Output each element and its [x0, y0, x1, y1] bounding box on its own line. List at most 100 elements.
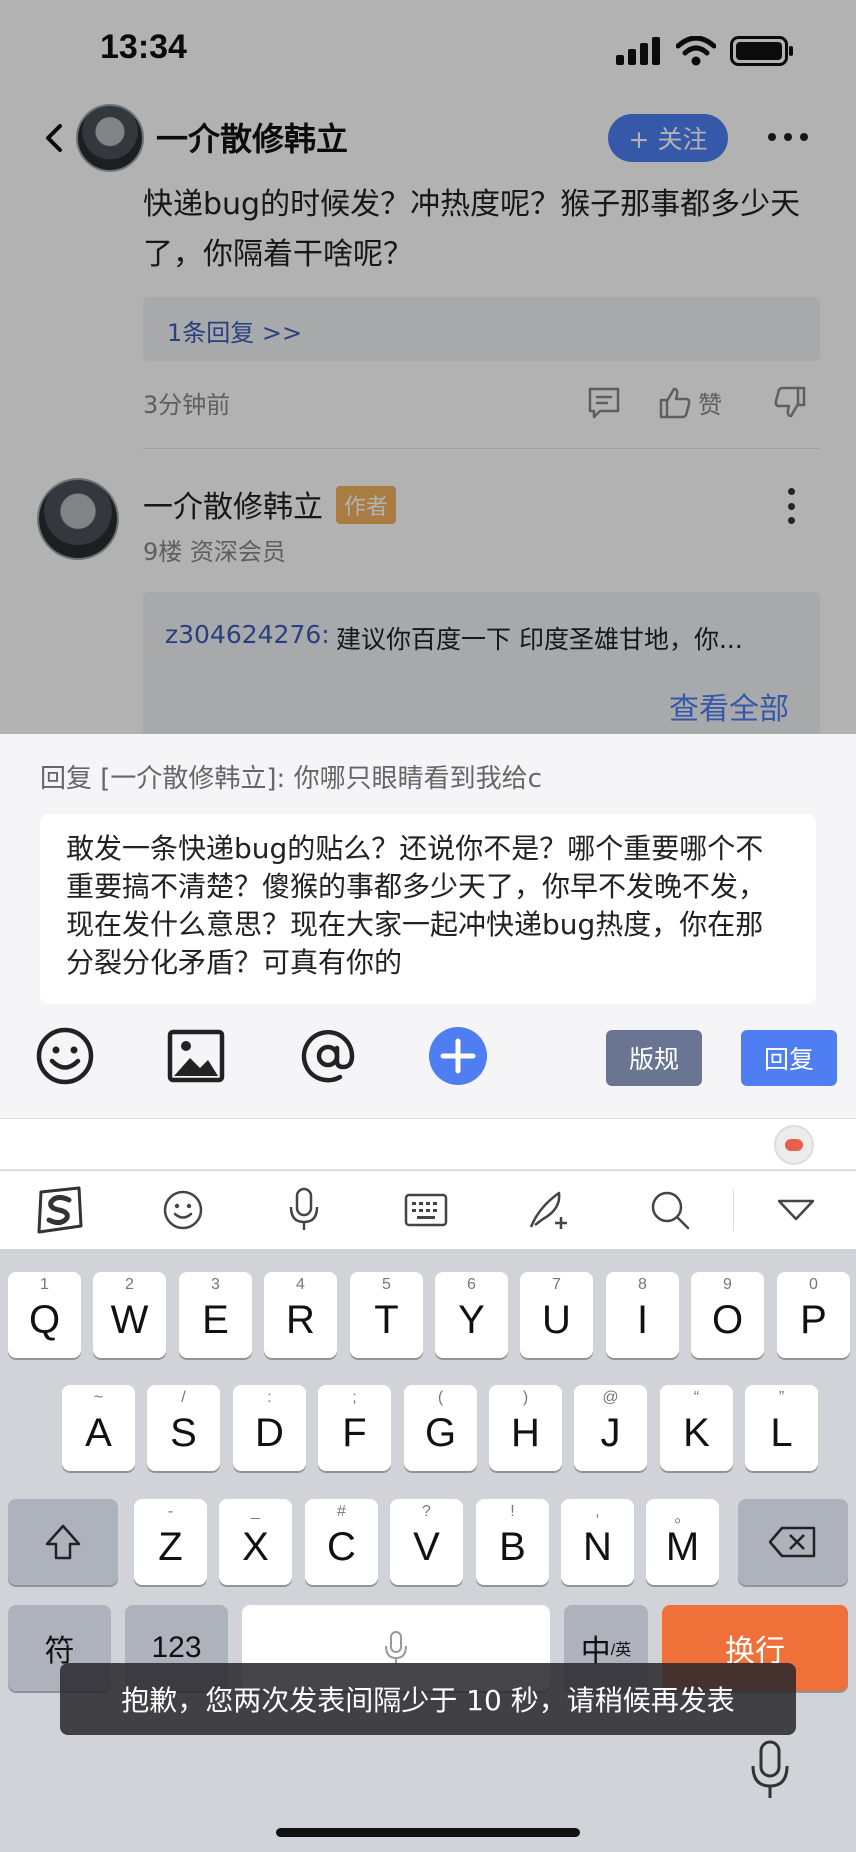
key-hint: _ [251, 1503, 260, 1520]
reply-summary-box[interactable]: 1条回复 >> [143, 297, 820, 361]
handwriting-icon[interactable] [522, 1185, 574, 1235]
like-button[interactable]: 赞 [658, 385, 722, 420]
key-s[interactable]: / S [147, 1385, 220, 1471]
ime-candidate-strip [0, 1118, 856, 1170]
comment-time: 3分钟前 [143, 391, 231, 419]
sub-reply-text: 建议你百度一下 印度圣雄甘地，你... [336, 625, 743, 654]
ime-toolbar-separator [733, 1189, 734, 1231]
status-bar: 13:34 [0, 0, 856, 100]
key-e[interactable]: 3E [179, 1272, 252, 1358]
key-label: O [711, 1297, 744, 1342]
key-y[interactable]: 6Y [435, 1272, 508, 1358]
key-label: K [683, 1410, 710, 1455]
status-icons [616, 36, 794, 66]
key-d[interactable]: :D [233, 1385, 306, 1471]
thumbs-down-icon[interactable] [773, 385, 807, 419]
number-key-label: 123 [151, 1631, 202, 1664]
key-label: Q [28, 1297, 61, 1342]
key-a[interactable]: ~ A [62, 1385, 135, 1471]
key-label: Z [158, 1524, 183, 1569]
key-hint: 0 [809, 1276, 818, 1293]
key-f[interactable]: ; F [318, 1385, 391, 1471]
key-r[interactable]: 4R [264, 1272, 337, 1358]
key-label: P [800, 1297, 827, 1342]
key-x[interactable]: _ X [219, 1499, 292, 1585]
home-indicator [276, 1828, 580, 1837]
key-label: Y [458, 1297, 485, 1342]
comment-icon[interactable] [586, 385, 622, 421]
author-avatar[interactable] [76, 104, 144, 172]
hide-keyboard-icon[interactable] [770, 1185, 822, 1235]
ime-toolbar [0, 1171, 856, 1249]
key-label: E [202, 1297, 229, 1342]
key-hint: “ [693, 1389, 700, 1406]
follow-button[interactable]: + 关注 [608, 114, 728, 162]
back-arrow-icon[interactable] [40, 118, 70, 158]
key-label: M [665, 1524, 700, 1569]
dictation-mic-icon[interactable] [748, 1740, 792, 1802]
battery-icon [730, 36, 793, 66]
key-v[interactable]: ? V [390, 1499, 463, 1585]
key-hint: ~ [93, 1389, 104, 1406]
comment-more-icon[interactable] [786, 488, 796, 524]
key-label: T [374, 1297, 399, 1342]
voice-input-icon[interactable] [278, 1185, 330, 1235]
key-m[interactable]: 。 M [646, 1499, 719, 1585]
more-options-icon[interactable] [768, 122, 808, 152]
key-j[interactable]: @ J [574, 1385, 647, 1471]
key-hint: ! [510, 1503, 515, 1520]
key-n[interactable]: ,N [561, 1499, 634, 1585]
reply-text-input[interactable]: 敢发一条快递bug的贴么？还说你不是？哪个重要哪个不重要搞不清楚？傻猴的事都多少… [40, 814, 816, 1004]
emoji-icon[interactable] [33, 1024, 97, 1088]
view-replies-link[interactable]: 1条回复 >> [167, 313, 302, 348]
key-hint: 3 [211, 1276, 220, 1293]
key-o[interactable]: 9O [691, 1272, 764, 1358]
key-label: L [770, 1410, 793, 1455]
comment-author-avatar[interactable] [37, 478, 119, 560]
key-label: R [286, 1297, 315, 1342]
image-icon[interactable] [164, 1024, 228, 1088]
key-u[interactable]: 7U [520, 1272, 593, 1358]
key-b[interactable]: ! B [476, 1499, 549, 1585]
shift-arrow-icon [45, 1524, 81, 1560]
key-z[interactable]: -Z [134, 1499, 207, 1585]
key-g[interactable]: (G [404, 1385, 477, 1471]
mention-icon[interactable] [296, 1024, 360, 1088]
key-hint: 9 [723, 1276, 732, 1293]
key-hint: 6 [467, 1276, 476, 1293]
keyboard-switch-icon[interactable] [400, 1185, 452, 1235]
rate-limit-toast: 抱歉，您两次发表间隔少于 10 秒，请稍候再发表 [60, 1663, 796, 1735]
key-q[interactable]: 1Q [8, 1272, 81, 1358]
sub-reply-box[interactable]: z304624276: 建议你百度一下 印度圣雄甘地，你... 查看全部 [143, 592, 820, 734]
backspace-key[interactable] [738, 1499, 848, 1585]
key-l[interactable]: ” L [745, 1385, 818, 1471]
add-more-icon[interactable] [426, 1024, 490, 1088]
cellular-signal-icon [616, 37, 660, 65]
key-p[interactable]: 0P [777, 1272, 850, 1358]
ime-search-icon[interactable] [644, 1185, 696, 1235]
reply-send-button[interactable]: 回复 [741, 1030, 837, 1086]
key-h[interactable]: ) H [489, 1385, 562, 1471]
key-label: W [110, 1297, 149, 1342]
rules-button[interactable]: 版规 [606, 1030, 702, 1086]
sub-reply-user[interactable]: z304624276: [165, 620, 330, 649]
key-label: J [600, 1410, 621, 1455]
ime-mascot-icon[interactable] [774, 1125, 814, 1165]
sogou-logo-icon[interactable] [34, 1185, 86, 1235]
key-label: A [85, 1410, 112, 1455]
key-w[interactable]: 2W [93, 1272, 166, 1358]
status-time: 13:34 [100, 28, 187, 66]
comment-author-name[interactable]: 一介散修韩立 [143, 482, 323, 526]
key-label: B [499, 1524, 526, 1569]
key-i[interactable]: 8I [606, 1272, 679, 1358]
shift-key[interactable] [8, 1499, 118, 1585]
key-k[interactable]: “K [660, 1385, 733, 1471]
key-c[interactable]: # C [305, 1499, 378, 1585]
key-t[interactable]: 5T [350, 1272, 423, 1358]
key-label: X [242, 1524, 269, 1569]
view-all-link[interactable]: 查看全部 [669, 684, 789, 728]
key-hint: # [337, 1503, 346, 1520]
key-hint: - [167, 1503, 174, 1520]
ime-emoji-icon[interactable] [157, 1185, 209, 1235]
author-name[interactable]: 一介散修韩立 [156, 114, 348, 160]
